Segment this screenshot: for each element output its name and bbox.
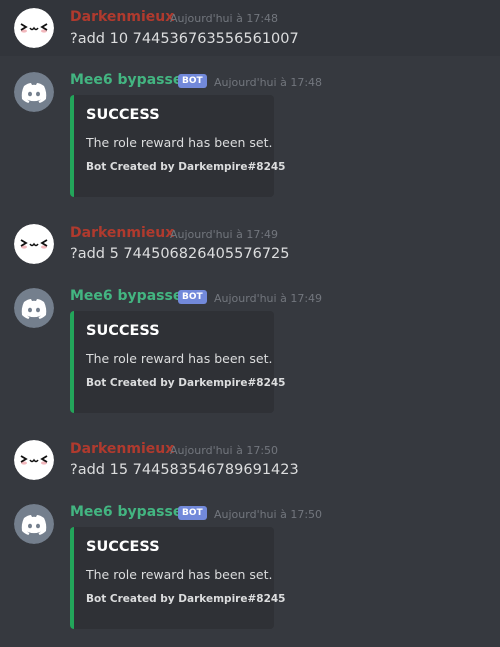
message-text: ?add 15 744583546789691423 xyxy=(70,462,299,478)
embed-title: SUCCESS xyxy=(86,323,160,339)
bot-tag: BOT xyxy=(178,506,207,520)
author-name[interactable]: Mee6 bypasser xyxy=(70,288,189,304)
timestamp: Aujourd'hui à 17:49 xyxy=(170,228,279,241)
author-name[interactable]: Mee6 bypasser xyxy=(70,72,189,88)
embed-description: The role reward has been set. xyxy=(86,567,273,582)
bot-tag: BOT xyxy=(178,74,207,88)
embed-description: The role reward has been set. xyxy=(86,351,273,366)
timestamp: Aujourd'hui à 17:50 xyxy=(170,444,279,457)
discord-logo-avatar-icon[interactable] xyxy=(14,504,54,544)
timestamp: Aujourd'hui à 17:49 xyxy=(214,292,323,305)
discord-logo-avatar-icon[interactable] xyxy=(14,288,54,328)
message-text: ?add 10 744536763556561007 xyxy=(70,31,299,47)
embed-footer: Bot Created by Darkempire#8245 xyxy=(86,377,286,389)
cat-face-avatar-icon[interactable] xyxy=(14,8,54,48)
embed-card: SUCCESS The role reward has been set. Bo… xyxy=(70,527,286,629)
embed-footer: Bot Created by Darkempire#8245 xyxy=(86,161,286,173)
discord-logo-avatar-icon[interactable] xyxy=(14,72,54,112)
message-bot: Mee6 bypasser BOT Aujourd'hui à 17:48 SU… xyxy=(0,68,500,198)
message-user: Darkenmieux Aujourd'hui à 17:48 ?add 10 … xyxy=(0,0,500,56)
message-user: Darkenmieux Aujourd'hui à 17:50 ?add 15 … xyxy=(0,436,500,492)
bot-tag: BOT xyxy=(178,290,207,304)
timestamp: Aujourd'hui à 17:48 xyxy=(170,12,279,25)
author-name[interactable]: Darkenmieux xyxy=(70,441,174,457)
cat-face-avatar-icon[interactable] xyxy=(14,440,54,480)
cat-face-avatar-icon[interactable] xyxy=(14,224,54,264)
embed-footer: Bot Created by Darkempire#8245 xyxy=(86,593,286,605)
message-bot: Mee6 bypasser BOT Aujourd'hui à 17:49 SU… xyxy=(0,284,500,414)
author-name[interactable]: Darkenmieux xyxy=(70,225,174,241)
timestamp: Aujourd'hui à 17:50 xyxy=(214,508,323,521)
embed-title: SUCCESS xyxy=(86,539,160,555)
embed-card: SUCCESS The role reward has been set. Bo… xyxy=(70,95,286,197)
embed-title: SUCCESS xyxy=(86,107,160,123)
message-text: ?add 5 744506826405576725 xyxy=(70,246,290,262)
embed-description: The role reward has been set. xyxy=(86,135,273,150)
embed-card: SUCCESS The role reward has been set. Bo… xyxy=(70,311,286,413)
timestamp: Aujourd'hui à 17:48 xyxy=(214,76,323,89)
message-bot: Mee6 bypasser BOT Aujourd'hui à 17:50 SU… xyxy=(0,500,500,640)
author-name[interactable]: Mee6 bypasser xyxy=(70,504,189,520)
author-name[interactable]: Darkenmieux xyxy=(70,9,174,25)
message-user: Darkenmieux Aujourd'hui à 17:49 ?add 5 7… xyxy=(0,220,500,276)
